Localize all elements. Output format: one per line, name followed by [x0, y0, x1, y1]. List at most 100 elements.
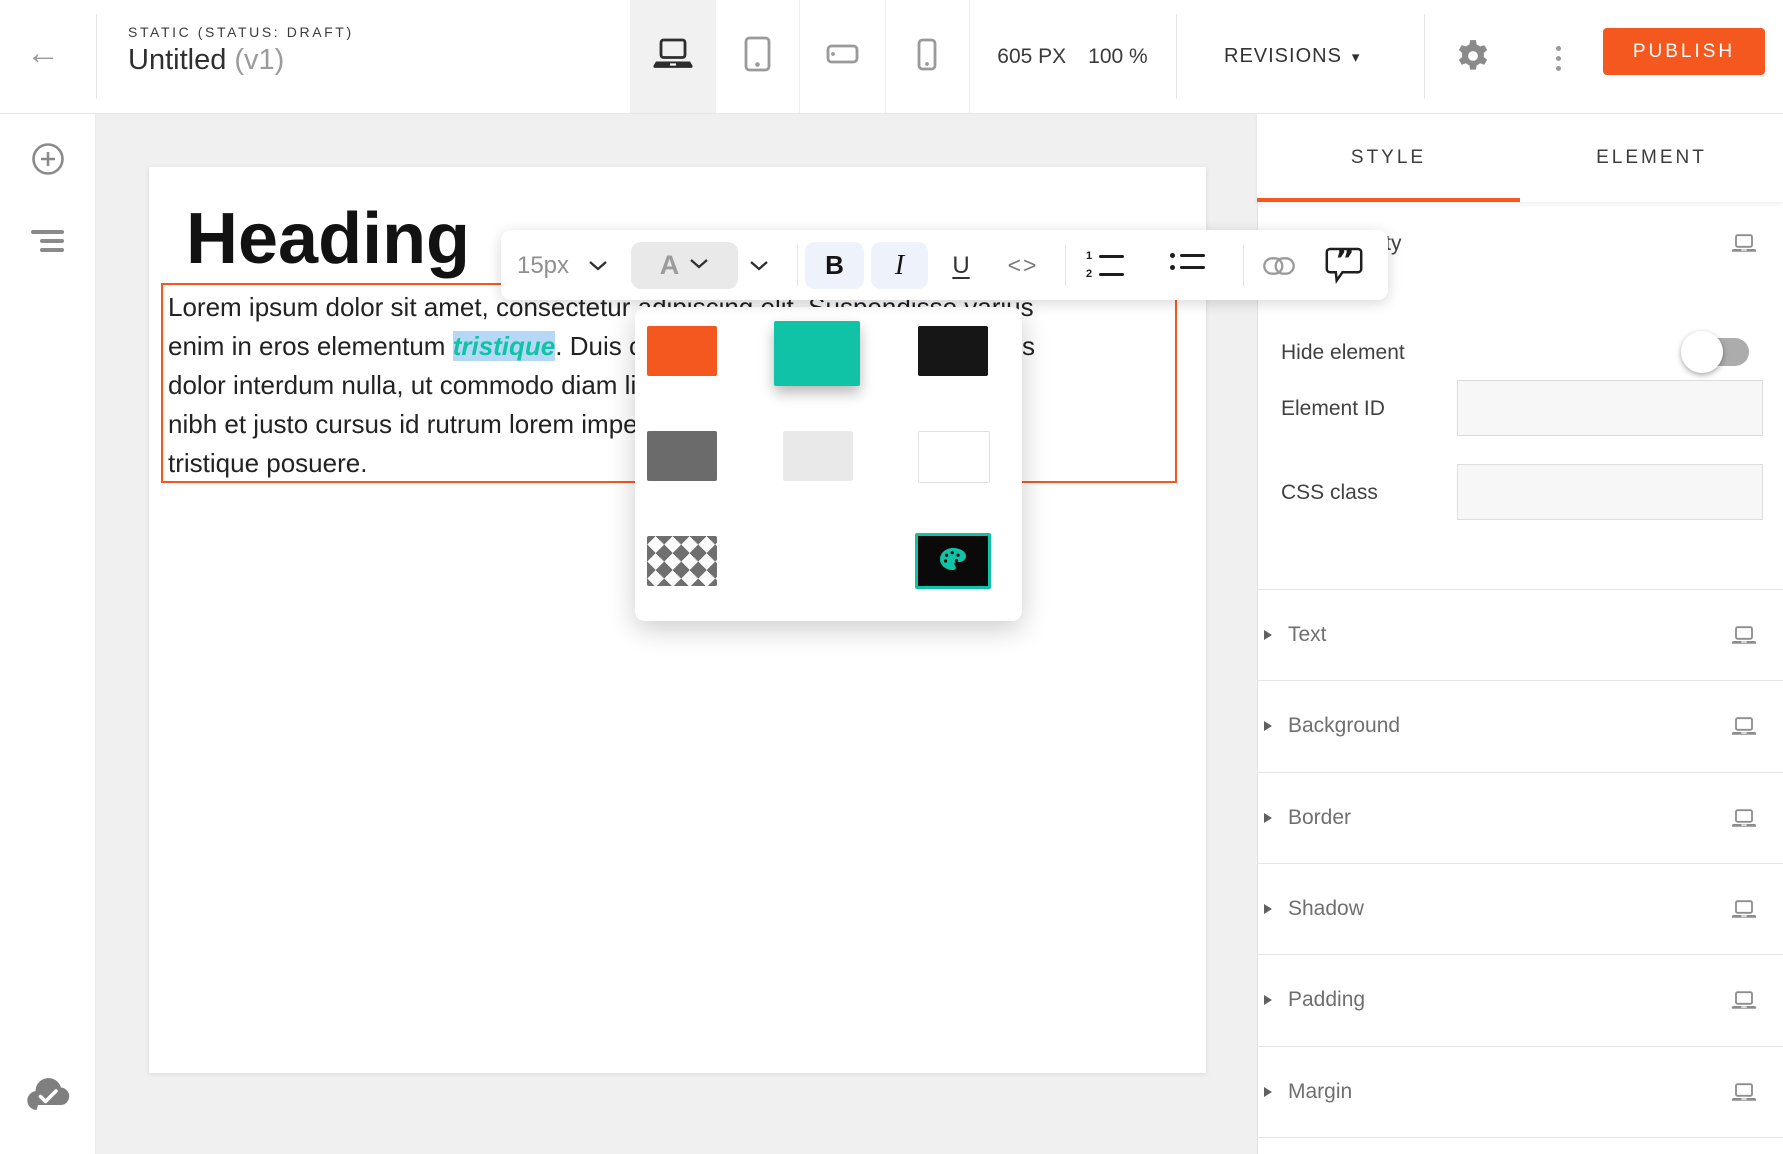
paragraph-text: enim in eros elementum: [168, 331, 453, 361]
back-arrow-icon[interactable]: ←: [26, 36, 60, 70]
gear-icon: [1454, 62, 1492, 79]
chevron-right-icon: [1264, 721, 1272, 731]
ul-line: [1180, 266, 1205, 270]
laptop-icon[interactable]: [1731, 1083, 1757, 1107]
phone-landscape-icon: [826, 44, 859, 69]
link-icon: [1263, 257, 1295, 280]
ol-number: 2: [1086, 269, 1094, 280]
section-label: Border: [1288, 806, 1351, 830]
section-shadow[interactable]: Shadow: [1257, 863, 1783, 955]
structure-outline-button[interactable]: [31, 230, 64, 257]
revisions-dropdown[interactable]: REVISIONS ▾: [1212, 0, 1372, 113]
section-margin[interactable]: Margin: [1257, 1046, 1783, 1138]
laptop-icon[interactable]: [1731, 991, 1757, 1015]
ol-line: [1099, 273, 1124, 277]
ol-line: [1099, 255, 1124, 259]
outline-line: [40, 248, 64, 252]
color-swatch-transparent[interactable]: [647, 536, 717, 586]
ol-number: 1: [1086, 251, 1094, 262]
kebab-dot: [1556, 56, 1561, 61]
kebab-dot: [1556, 66, 1561, 71]
plus-circle-icon: [31, 163, 65, 180]
underline-button[interactable]: U: [939, 242, 983, 289]
laptop-icon[interactable]: [1731, 809, 1757, 833]
laptop-icon[interactable]: [1731, 717, 1757, 741]
hide-element-label: Hide element: [1281, 341, 1405, 365]
element-id-label: Element ID: [1281, 397, 1385, 421]
document-title: Untitled (v1): [128, 44, 284, 77]
color-swatch-white[interactable]: [918, 431, 990, 483]
link-button[interactable]: [1263, 257, 1295, 280]
publish-button[interactable]: PUBLISH: [1603, 28, 1765, 75]
font-size-dropdown[interactable]: 15px: [513, 252, 573, 280]
chevron-right-icon: [1264, 630, 1272, 640]
color-swatch-dark-gray[interactable]: [647, 431, 717, 481]
section-border[interactable]: Border: [1257, 772, 1783, 864]
custom-color-inner: [918, 536, 988, 586]
viewport-width-value: 605 PX: [997, 45, 1066, 69]
bold-button[interactable]: B: [805, 242, 864, 289]
divider: [1065, 245, 1066, 286]
quote-button[interactable]: ”: [1324, 246, 1364, 289]
element-id-input[interactable]: [1457, 380, 1763, 436]
add-element-button[interactable]: [31, 142, 65, 181]
font-size-chevron-icon[interactable]: [588, 260, 608, 272]
section-label: Shadow: [1288, 897, 1364, 921]
color-swatch-black[interactable]: [918, 326, 988, 376]
chevron-right-icon: [1264, 813, 1272, 823]
divider: [1176, 14, 1177, 99]
ul-line: [1180, 254, 1205, 258]
section-background[interactable]: Background: [1257, 680, 1783, 772]
kebab-dot: [1556, 46, 1561, 51]
bullet-list-button[interactable]: [1170, 253, 1205, 270]
tablet-icon: [744, 36, 771, 77]
saved-status-indicator: [25, 1078, 71, 1117]
color-swatch-teal-selected[interactable]: [774, 321, 860, 386]
version-text: (v1): [234, 44, 284, 76]
device-mobile-landscape-button[interactable]: [799, 0, 886, 113]
outline-line: [40, 239, 64, 243]
title-text: Untitled: [128, 44, 226, 76]
section-text[interactable]: Text: [1257, 589, 1783, 681]
css-class-input[interactable]: [1457, 464, 1763, 520]
hide-element-toggle-knob[interactable]: [1681, 331, 1723, 373]
chevron-down-icon: ▾: [1352, 48, 1361, 66]
top-bar: ← STATIC (STATUS: DRAFT) Untitled (v1): [0, 0, 1783, 114]
divider: [96, 14, 97, 99]
text-color-dropdown[interactable]: A: [631, 242, 738, 289]
tab-style[interactable]: STYLE: [1257, 113, 1520, 202]
svg-text:”: ”: [1335, 246, 1355, 278]
custom-color-swatch[interactable]: [915, 533, 991, 589]
section-padding[interactable]: Padding: [1257, 954, 1783, 1046]
laptop-icon[interactable]: [1731, 626, 1757, 650]
cloud-check-icon: [25, 1099, 71, 1116]
quote-bubble-icon: ”: [1324, 246, 1364, 289]
italic-button[interactable]: I: [871, 242, 928, 289]
settings-button[interactable]: [1454, 37, 1492, 80]
heading-element[interactable]: Heading: [186, 198, 470, 280]
laptop-icon[interactable]: [1731, 234, 1757, 258]
phone-portrait-icon: [917, 38, 937, 76]
color-swatch-orange[interactable]: [647, 326, 717, 376]
laptop-icon[interactable]: [1731, 900, 1757, 924]
more-options-button[interactable]: [1548, 38, 1568, 78]
section-label: Background: [1288, 714, 1400, 738]
device-mobile-portrait-button[interactable]: [885, 0, 970, 113]
divider: [797, 245, 798, 286]
color-swatch-light-gray[interactable]: [783, 431, 853, 481]
highlighted-word: tristique: [453, 331, 556, 361]
css-class-label: CSS class: [1281, 481, 1378, 505]
chevron-right-icon: [1264, 1087, 1272, 1097]
code-button[interactable]: <>: [999, 242, 1047, 289]
document-status: STATIC (STATUS: DRAFT): [128, 24, 354, 40]
divider: [1243, 245, 1244, 286]
palette-icon: [939, 547, 967, 576]
highlight-color-chevron-icon[interactable]: [749, 260, 769, 272]
tab-element[interactable]: ELEMENT: [1520, 113, 1783, 202]
section-label: Margin: [1288, 1080, 1352, 1104]
device-tablet-button[interactable]: [715, 0, 800, 113]
panel-tabs: STYLE ELEMENT: [1257, 113, 1783, 202]
section-label: Text: [1288, 623, 1327, 647]
device-desktop-button[interactable]: [630, 0, 716, 113]
ordered-list-button[interactable]: 1 2: [1086, 251, 1124, 280]
